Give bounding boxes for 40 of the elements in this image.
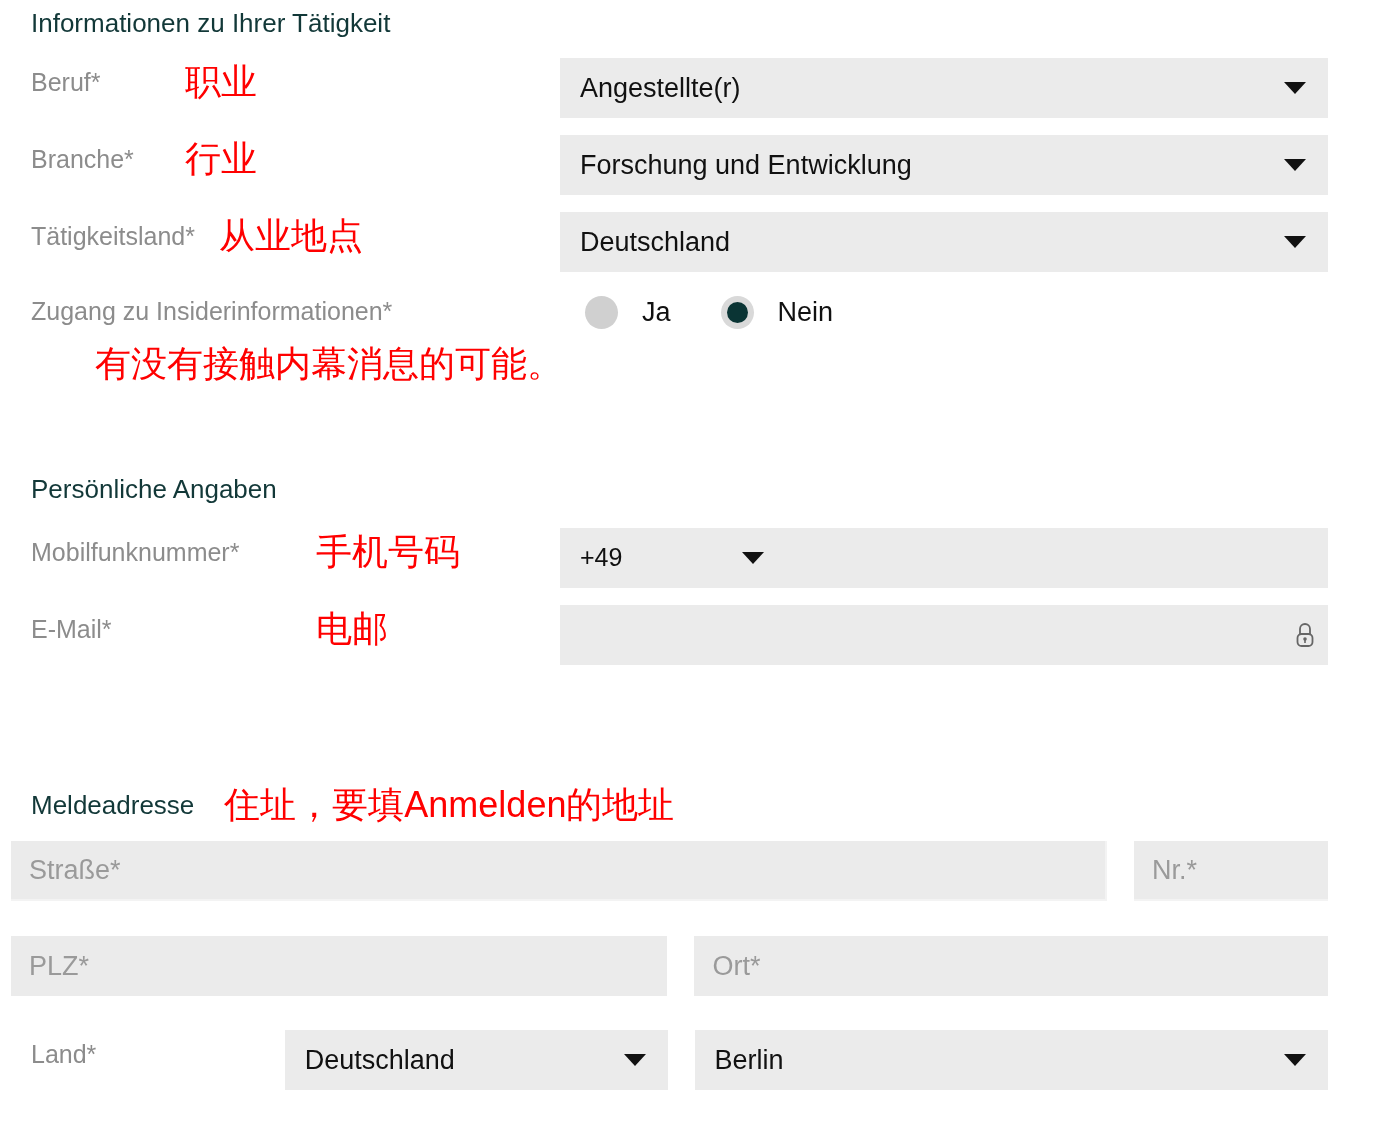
field-label: Mobilfunknummer* xyxy=(31,537,241,568)
annotation-note: 行业 xyxy=(185,141,257,177)
section-heading: Informationen zu Ihrer Tätigkeit xyxy=(31,7,392,40)
caret-icon xyxy=(1284,236,1306,248)
dropdown[interactable]: Angestellte(r) xyxy=(560,58,1328,118)
field-label: Branche* xyxy=(31,144,135,175)
annotation-note: 电邮 xyxy=(316,611,388,647)
input-field[interactable]: Ort* xyxy=(694,936,1328,996)
caret-icon xyxy=(623,1054,646,1066)
field-label: Tätigkeitsland* xyxy=(31,221,195,252)
annotation-note: 手机号码 xyxy=(316,534,460,570)
section-heading: Meldeadresse xyxy=(31,788,195,822)
lock-icon xyxy=(1296,622,1314,648)
email-field[interactable] xyxy=(560,605,1328,665)
input-field[interactable]: Nr.* xyxy=(1134,841,1328,901)
field-label: E-Mail* xyxy=(31,614,113,645)
caret-icon xyxy=(1284,159,1306,171)
country-dropdown[interactable]: Deutschland xyxy=(284,1030,668,1090)
caret-icon xyxy=(1284,1054,1306,1066)
caret-icon xyxy=(1284,82,1306,94)
region-dropdown[interactable]: Berlin xyxy=(694,1030,1328,1090)
radio-option[interactable]: Ja xyxy=(585,291,671,333)
annotation-note: 从业地点 xyxy=(219,218,363,254)
field-label: Land* xyxy=(31,1039,98,1070)
radio-option[interactable]: Nein xyxy=(720,291,834,333)
dropdown[interactable]: Forschung und Entwicklung xyxy=(560,135,1328,195)
input-field[interactable]: Straße* xyxy=(11,841,1107,901)
annotation-note: 职业 xyxy=(185,64,257,100)
phone-field[interactable]: +49 xyxy=(560,528,1328,588)
radio-button[interactable] xyxy=(585,295,618,329)
input-field[interactable]: PLZ* xyxy=(11,936,668,996)
annotation-note: 有没有接触内幕消息的可能。 xyxy=(95,346,564,386)
annotation-note: 住址，要填Anmelden的地址 xyxy=(224,787,675,823)
caret-icon xyxy=(742,552,765,564)
field-label: Beruf* xyxy=(31,67,102,98)
field-label: Zugang zu Insiderinformationen* xyxy=(31,296,393,328)
country-code-dropdown[interactable]: +49 xyxy=(560,539,765,577)
dropdown[interactable]: Deutschland xyxy=(560,212,1328,272)
radio-button[interactable] xyxy=(720,295,754,329)
section-heading: Persönliche Angaben xyxy=(31,473,278,506)
